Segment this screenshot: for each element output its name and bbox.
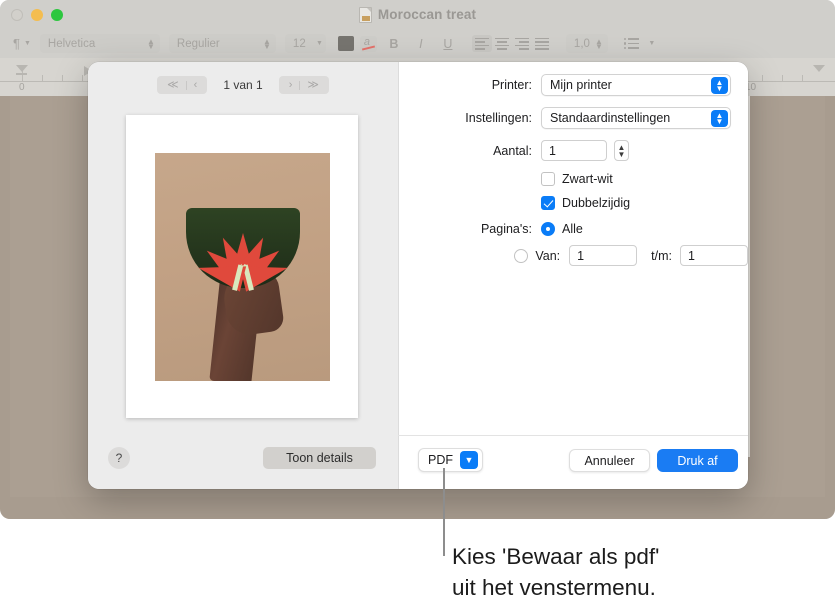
- chevron-down-icon: ▼: [316, 40, 323, 47]
- presets-select[interactable]: Standaardinstellingen ▲▼: [541, 107, 731, 129]
- callout-leader-line: [443, 468, 445, 556]
- align-center-icon[interactable]: [492, 35, 512, 52]
- pages-to-input[interactable]: 1: [680, 245, 748, 266]
- duplex-checkbox[interactable]: [541, 196, 555, 210]
- duplex-label: Dubbelzijdig: [562, 196, 630, 210]
- pages-range-fields: Van: 1 t/m: 1: [535, 245, 748, 266]
- settings-label: Instellingen:: [398, 111, 541, 125]
- settings-value: Standaardinstellingen: [550, 111, 670, 125]
- pages-label: Pagina's:: [398, 222, 541, 236]
- caption-line-1: Kies 'Bewaar als pdf': [452, 541, 832, 572]
- font-style-value: Regulier: [177, 38, 263, 50]
- chevron-down-icon: ▼: [24, 40, 31, 47]
- pages-all-row: Pagina's: Alle: [398, 222, 748, 236]
- print-settings-pane: Printer: Mijn printer ▲▼ Instellingen: S…: [398, 62, 748, 489]
- bullet-list-button[interactable]: ▼: [624, 38, 655, 50]
- italic-button[interactable]: I: [411, 37, 431, 51]
- printer-select[interactable]: Mijn printer ▲▼: [541, 74, 731, 96]
- previous-page-icon[interactable]: ‹: [187, 80, 205, 91]
- pages-to-label: t/m:: [651, 249, 672, 263]
- copies-label: Aantal:: [398, 144, 541, 158]
- help-button[interactable]: ?: [108, 447, 130, 469]
- paragraph-mark-icon: ¶: [13, 36, 20, 51]
- text-color-swatch[interactable]: [338, 36, 354, 51]
- pages-all-radio[interactable]: [541, 222, 555, 236]
- first-line-indent-marker[interactable]: [16, 73, 27, 75]
- chevron-down-icon: ▼: [648, 40, 655, 47]
- pages-range-radio[interactable]: [514, 249, 528, 263]
- align-left-icon[interactable]: [472, 35, 492, 52]
- printer-row: Printer: Mijn printer ▲▼: [398, 74, 748, 96]
- window-title-group: Moroccan treat: [0, 0, 835, 29]
- format-toolbar: ¶ ▼ Helvetica ▲▼ Regulier ▲▼ 12 ▼ a B I …: [0, 29, 835, 58]
- blackwhite-label: Zwart-wit: [562, 172, 613, 186]
- stepper-chevrons-icon: ▲▼: [147, 39, 155, 49]
- pages-all-label: Alle: [562, 222, 583, 236]
- page-counter: 1 van 1: [223, 78, 262, 92]
- bullet-list-icon: [624, 38, 640, 50]
- pdf-label: PDF: [428, 453, 453, 467]
- caption-line-2: uit het venstermenu.: [452, 572, 832, 603]
- font-family-select[interactable]: Helvetica ▲▼: [40, 34, 160, 53]
- pages-from-input[interactable]: 1: [569, 245, 637, 266]
- duplex-row: Dubbelzijdig: [398, 196, 748, 210]
- next-page-icon[interactable]: ›: [282, 80, 300, 91]
- last-page-icon[interactable]: ≫: [300, 80, 326, 91]
- pages-window: Moroccan treat ¶ ▼ Helvetica ▲▼ Regulier…: [0, 0, 835, 519]
- text-highlight-icon[interactable]: a: [360, 36, 377, 52]
- font-size-value: 12: [293, 38, 312, 50]
- show-details-button[interactable]: Toon details: [263, 447, 376, 469]
- copies-stepper[interactable]: ▲▼: [614, 140, 629, 161]
- action-bar-divider: [398, 435, 748, 436]
- pane-divider: [398, 62, 399, 489]
- left-indent-marker[interactable]: [16, 65, 28, 72]
- printer-label: Printer:: [398, 78, 541, 92]
- chevron-down-icon: ▼: [460, 451, 478, 469]
- cancel-button[interactable]: Annuleer: [569, 449, 650, 472]
- print-preview-pane: ≪ ‹ 1 van 1 › ≫: [88, 62, 398, 489]
- document-icon: [359, 7, 372, 23]
- pdf-menu-button[interactable]: PDF ▼: [418, 448, 483, 472]
- screenshot-root: Moroccan treat ¶ ▼ Helvetica ▲▼ Regulier…: [0, 0, 835, 612]
- preview-page[interactable]: [126, 115, 358, 418]
- pages-range-row: Van: 1 t/m: 1: [398, 245, 748, 266]
- right-indent-marker[interactable]: [813, 65, 825, 72]
- print-dialog: ≪ ‹ 1 van 1 › ≫: [88, 62, 748, 489]
- callout-caption: Kies 'Bewaar als pdf' uit het venstermen…: [452, 541, 832, 603]
- font-size-select[interactable]: 12 ▼: [285, 34, 326, 53]
- print-button[interactable]: Druk af: [657, 449, 738, 472]
- align-justify-icon[interactable]: [532, 35, 552, 52]
- preview-back-segment[interactable]: ≪ ‹: [157, 76, 207, 94]
- pages-from-label: Van:: [535, 249, 560, 263]
- stepper-chevrons-icon: ▲▼: [595, 39, 603, 49]
- watermelon-preview-image: [155, 153, 330, 381]
- bold-button[interactable]: B: [384, 37, 404, 51]
- font-family-value: Helvetica: [48, 38, 147, 50]
- align-right-icon[interactable]: [512, 35, 532, 52]
- stepper-chevrons-icon: ▲▼: [263, 39, 271, 49]
- line-spacing-value: 1,0: [574, 38, 595, 50]
- ruler-label-left: 0: [19, 82, 25, 93]
- font-style-select[interactable]: Regulier ▲▼: [169, 34, 276, 53]
- blackwhite-row: Zwart-wit: [398, 172, 748, 186]
- chevron-updown-icon: ▲▼: [711, 77, 728, 94]
- window-title: Moroccan treat: [378, 7, 476, 22]
- printer-value: Mijn printer: [550, 78, 612, 92]
- print-settings-form: Printer: Mijn printer ▲▼ Instellingen: S…: [398, 74, 748, 275]
- paragraph-style-button[interactable]: ¶ ▼: [13, 36, 31, 51]
- chevron-updown-icon: ▲▼: [711, 110, 728, 127]
- copies-row: Aantal: 1 ▲▼: [398, 140, 748, 161]
- first-page-icon[interactable]: ≪: [160, 80, 186, 91]
- line-spacing-select[interactable]: 1,0 ▲▼: [566, 34, 608, 53]
- underline-button[interactable]: U: [438, 37, 458, 51]
- settings-row: Instellingen: Standaardinstellingen ▲▼: [398, 107, 748, 129]
- preview-forward-segment[interactable]: › ≫: [279, 76, 329, 94]
- blackwhite-checkbox[interactable]: [541, 172, 555, 186]
- alignment-group: [472, 35, 552, 52]
- window-titlebar: Moroccan treat: [0, 0, 835, 29]
- preview-navigation: ≪ ‹ 1 van 1 › ≫: [88, 75, 398, 95]
- copies-input[interactable]: 1: [541, 140, 607, 161]
